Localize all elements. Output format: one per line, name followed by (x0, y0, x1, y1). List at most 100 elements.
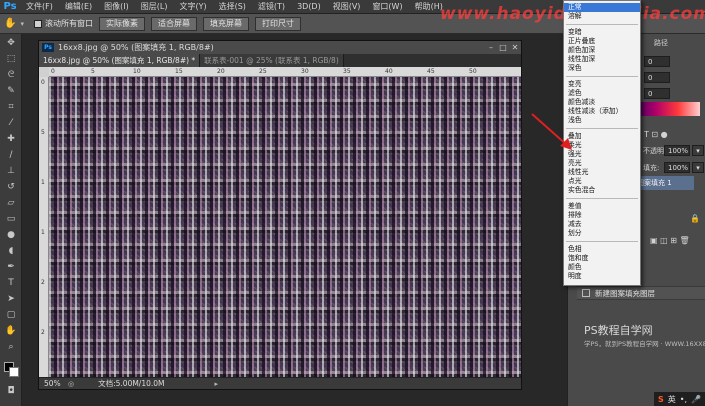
zoom-level[interactable]: 50% (44, 379, 68, 388)
lock-icon[interactable]: 🔒 (690, 214, 700, 223)
blend-mode-option[interactable]: 划分 (564, 229, 640, 238)
menu-window[interactable]: 窗口(W) (366, 1, 408, 12)
tab-contact-sheet[interactable]: 联系表-001 @ 25% (联系表 1, RGB/8) (200, 54, 344, 67)
sogou-logo-icon[interactable]: S (658, 395, 664, 404)
layer-pattern-fill[interactable]: 图案填充 1 (634, 176, 694, 190)
opacity-dropdown-icon[interactable]: ▾ (692, 145, 704, 156)
fill-dropdown-icon[interactable]: ▾ (692, 162, 704, 173)
document-titlebar[interactable]: Ps 16xx8.jpg @ 50% (图案填充 1, RGB/8#) – □ … (39, 41, 521, 54)
blend-mode-option[interactable]: 线性加深 (564, 55, 640, 64)
healing-tool-icon[interactable]: ✚ (5, 134, 17, 144)
zoom-tool-icon[interactable]: ⌕ (5, 342, 17, 352)
blend-mode-option[interactable]: 减去 (564, 220, 640, 229)
move-tool-icon[interactable]: ✥ (5, 38, 17, 48)
blend-mode-option[interactable]: 正常 (564, 3, 640, 12)
blend-mode-option[interactable]: 颜色 (564, 263, 640, 272)
menu-3d[interactable]: 3D(D) (291, 2, 327, 11)
eraser-tool-icon[interactable]: ▱ (5, 198, 17, 208)
lasso-tool-icon[interactable]: ᘓ (5, 70, 17, 80)
scroll-all-windows-label: 滚动所有窗口 (44, 19, 93, 28)
ruler-tick: 0 (51, 68, 55, 75)
ruler-top[interactable]: 0 5 10 15 20 25 30 35 40 45 50 (49, 67, 521, 77)
fill-screen-button[interactable]: 填充屏幕 (202, 16, 249, 31)
color-field-1[interactable]: 0 (644, 56, 670, 67)
status-info-icon[interactable]: ◎ (68, 380, 74, 388)
history-brush-tool-icon[interactable]: ↺ (5, 182, 17, 192)
blend-mode-option[interactable]: 饱和度 (564, 254, 640, 263)
quick-select-tool-icon[interactable]: ✎ (5, 86, 17, 96)
canvas-pattern-fill[interactable] (49, 77, 521, 377)
color-ramp[interactable] (634, 102, 700, 116)
blend-mode-option[interactable]: 颜色减淡 (564, 98, 640, 107)
menu-image[interactable]: 图像(I) (98, 1, 135, 12)
tool-preset-chevron-icon[interactable]: ▾ (20, 20, 24, 28)
blend-mode-option[interactable]: 正片叠底 (564, 37, 640, 46)
menu-file[interactable]: 文件(F) (20, 1, 59, 12)
blend-mode-option[interactable]: 溶解 (564, 12, 640, 21)
blend-mode-option[interactable]: 变亮 (564, 80, 640, 89)
print-size-button[interactable]: 打印尺寸 (254, 16, 301, 31)
menu-filter[interactable]: 滤镜(T) (252, 1, 291, 12)
opacity-field[interactable]: 100% (664, 145, 690, 156)
fit-screen-button[interactable]: 适合屏幕 (150, 16, 197, 31)
path-select-tool-icon[interactable]: ➤ (5, 294, 17, 304)
menu-layer[interactable]: 图层(L) (135, 1, 174, 12)
blur-tool-icon[interactable]: ● (5, 230, 17, 240)
blend-mode-option[interactable]: 深色 (564, 64, 640, 73)
blend-mode-option[interactable]: 色相 (564, 245, 640, 254)
blend-mode-option[interactable]: 明度 (564, 272, 640, 281)
ruler-left[interactable]: 0 5 1 1 2 2 (39, 77, 49, 377)
fill-field[interactable]: 100% (664, 162, 690, 173)
gradient-tool-icon[interactable]: ▭ (5, 214, 17, 224)
ime-language[interactable]: 英 (668, 394, 676, 405)
brush-tool-icon[interactable]: ∕ (5, 150, 17, 160)
blend-mode-option[interactable]: 颜色加深 (564, 46, 640, 55)
blend-mode-option[interactable]: 亮光 (564, 159, 640, 168)
tab-16xx8[interactable]: 16xx8.jpg @ 50% (图案填充 1, RGB/8#) * (39, 54, 201, 67)
menu-select[interactable]: 选择(S) (213, 1, 252, 12)
menu-view[interactable]: 视图(V) (327, 1, 367, 12)
type-tool-icon[interactable]: T (5, 278, 17, 288)
marquee-tool-icon[interactable]: ⬚ (5, 54, 17, 64)
maximize-icon[interactable]: □ (498, 43, 508, 52)
ime-punct-icon[interactable]: •, (680, 395, 687, 404)
menu-edit[interactable]: 编辑(E) (59, 1, 98, 12)
blend-mode-option[interactable]: 差值 (564, 202, 640, 211)
blend-mode-option[interactable]: 点光 (564, 177, 640, 186)
ruler-tick: 1 (41, 229, 45, 236)
blend-mode-option[interactable]: 排除 (564, 211, 640, 220)
eyedropper-tool-icon[interactable]: ⁄ (5, 118, 17, 128)
ruler-tick: 50 (469, 68, 477, 75)
menu-separator (566, 128, 638, 129)
layer-action-icons[interactable]: ▣ ◫ ⊞ 🗑 (650, 236, 690, 245)
pen-tool-icon[interactable]: ✒ (5, 262, 17, 272)
dodge-tool-icon[interactable]: ◖ (5, 246, 17, 256)
menu-separator (566, 198, 638, 199)
close-icon[interactable]: ✕ (510, 43, 520, 52)
stamp-tool-icon[interactable]: ⊥ (5, 166, 17, 176)
panel-tab-paths[interactable]: 路径 (654, 38, 668, 48)
blend-mode-option[interactable]: 线性光 (564, 168, 640, 177)
ime-mic-icon[interactable]: 🎤 (691, 395, 701, 404)
ruler-tick: 30 (301, 68, 309, 75)
menu-type[interactable]: 文字(Y) (173, 1, 212, 12)
ruler-origin[interactable] (39, 67, 49, 77)
blend-mode-option[interactable]: 滤色 (564, 89, 640, 98)
color-field-3[interactable]: 0 (644, 88, 670, 99)
scroll-all-windows-checkbox[interactable] (33, 19, 42, 28)
layer-filter-icons[interactable]: T ⊡ ● (644, 130, 668, 139)
hand-tool-icon[interactable]: ✋ (5, 326, 17, 336)
blend-mode-option[interactable]: 变暗 (564, 28, 640, 37)
background-color-swatch[interactable] (9, 367, 19, 377)
photoshop-logo: Ps (3, 1, 17, 12)
blend-mode-option[interactable]: 实色混合 (564, 186, 640, 195)
hand-tool-icon[interactable]: ✋ (4, 18, 16, 29)
status-arrow-icon[interactable]: ▸ (215, 380, 219, 388)
shape-tool-icon[interactable]: ▢ (5, 310, 17, 320)
quick-mask-icon[interactable]: ◘ (5, 386, 17, 396)
minimize-icon[interactable]: – (486, 43, 496, 52)
actual-pixels-button[interactable]: 实际像素 (98, 16, 145, 31)
color-field-2[interactable]: 0 (644, 72, 670, 83)
new-pattern-fill-layer-label[interactable]: 新建图案填充图层 (595, 288, 655, 299)
crop-tool-icon[interactable]: ⌗ (5, 102, 17, 112)
